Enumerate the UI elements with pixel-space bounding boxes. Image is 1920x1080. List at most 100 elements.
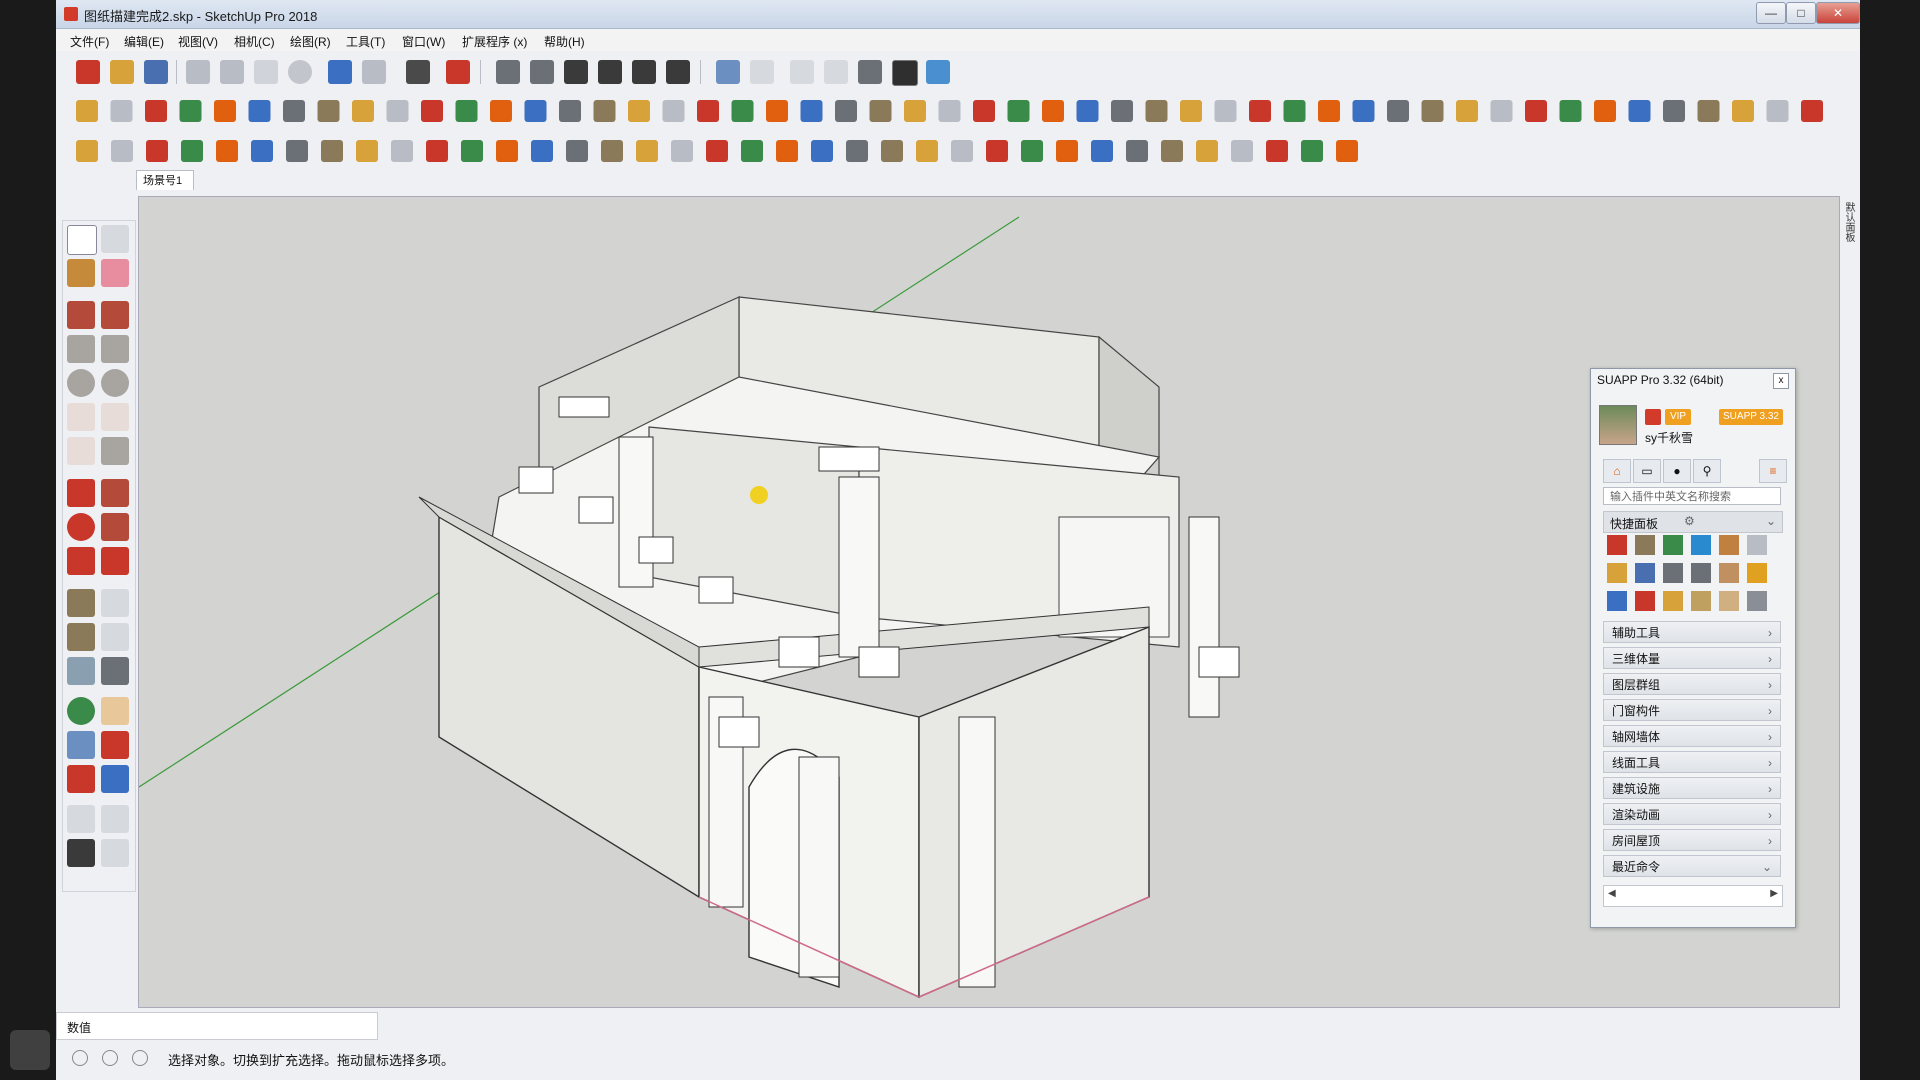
category-line-face-tools[interactable]: 线面工具 › — [1603, 751, 1781, 773]
zoom-window-icon[interactable] — [101, 731, 129, 759]
toolbar-tool-icon[interactable] — [421, 100, 443, 122]
position-camera-icon[interactable] — [67, 805, 95, 833]
push-pull-icon[interactable] — [101, 479, 129, 507]
two-point-arc-icon[interactable] — [101, 403, 129, 431]
erase-icon[interactable] — [288, 60, 312, 84]
make-component-icon[interactable] — [101, 225, 129, 253]
toolbar-tool-icon[interactable] — [76, 100, 98, 122]
quick-tool-icon[interactable] — [1747, 563, 1767, 583]
toolbar-tool-icon[interactable] — [881, 140, 903, 162]
menu-draw[interactable]: 绘图(R) — [290, 33, 331, 50]
walk-tool-icon[interactable] — [67, 839, 95, 867]
toolbar-tool-icon[interactable] — [1387, 100, 1409, 122]
toolbar-tool-icon[interactable] — [846, 140, 868, 162]
circle-tool-icon[interactable] — [67, 369, 95, 397]
toolbar-tool-icon[interactable] — [776, 140, 798, 162]
plugin-search-input[interactable]: 输入插件中英文名称搜索 — [1603, 487, 1781, 505]
cut-icon[interactable] — [186, 60, 210, 84]
toolbar-tool-icon[interactable] — [1007, 100, 1030, 122]
toolbar-tool-icon[interactable] — [636, 140, 658, 162]
orbit-tool-icon[interactable] — [67, 697, 95, 725]
quick-tool-icon[interactable] — [1691, 563, 1711, 583]
menu-file[interactable]: 文件(F) — [70, 33, 109, 50]
toolbar-tool-icon[interactable] — [1336, 140, 1358, 162]
toolbar-tool-icon[interactable] — [731, 100, 754, 122]
quick-tool-icon[interactable] — [1747, 535, 1767, 555]
model-info-icon[interactable] — [446, 60, 470, 84]
category-render-animation[interactable]: 渲染动画 › — [1603, 803, 1781, 825]
toolbar-tool-icon[interactable] — [317, 100, 340, 122]
section-plane-icon[interactable] — [101, 839, 129, 867]
iso-view-icon[interactable] — [496, 60, 520, 84]
three-point-arc-icon[interactable] — [67, 437, 95, 465]
category-grid-walls[interactable]: 轴网墙体 › — [1603, 725, 1781, 747]
toolbar-tool-icon[interactable] — [938, 100, 961, 122]
save-icon[interactable] — [144, 60, 168, 84]
minimize-button[interactable]: — — [1756, 2, 1786, 24]
toolbar-tool-icon[interactable] — [1456, 100, 1478, 122]
toolbar-tool-icon[interactable] — [973, 100, 995, 122]
version-badge[interactable]: SUAPP 3.32 — [1719, 409, 1783, 425]
toolbar-tool-icon[interactable] — [662, 100, 685, 122]
geo-location-icon[interactable] — [72, 1050, 88, 1066]
toolbar-tool-icon[interactable] — [811, 140, 833, 162]
scale-tool-icon[interactable] — [67, 547, 95, 575]
menu-view[interactable]: 视图(V) — [178, 33, 218, 50]
hidden-line-icon[interactable] — [824, 60, 848, 84]
eraser-icon[interactable] — [101, 259, 129, 287]
toolbar-tool-icon[interactable] — [986, 140, 1008, 162]
paste-icon[interactable] — [254, 60, 278, 84]
tape-measure-icon[interactable] — [67, 589, 95, 617]
quick-tool-icon[interactable] — [1719, 591, 1739, 611]
quick-panel-header[interactable]: 快捷面板 ⚙ ⌄ — [1603, 511, 1783, 533]
category-room-roof[interactable]: 房间屋顶 › — [1603, 829, 1781, 851]
avatar[interactable] — [1599, 405, 1637, 445]
user-icon[interactable]: ● — [1663, 459, 1691, 483]
select-tool-icon[interactable] — [67, 225, 97, 255]
new-file-icon[interactable] — [76, 60, 100, 84]
toolbar-tool-icon[interactable] — [1196, 140, 1218, 162]
toolbar-tool-icon[interactable] — [76, 140, 98, 162]
monochrome-icon[interactable] — [926, 60, 950, 84]
move-tool-icon[interactable] — [67, 479, 95, 507]
toolbar-tool-icon[interactable] — [1663, 100, 1685, 122]
toolbar-tool-icon[interactable] — [1214, 100, 1237, 122]
copy-icon[interactable] — [220, 60, 244, 84]
home-icon[interactable]: ⌂ — [1603, 459, 1631, 483]
category-auxiliary-tools[interactable]: 辅助工具 › — [1603, 621, 1781, 643]
quick-tool-icon[interactable] — [1607, 535, 1627, 555]
quick-tool-icon[interactable] — [1635, 591, 1655, 611]
toolbar-tool-icon[interactable] — [110, 100, 133, 122]
quick-tool-icon[interactable] — [1635, 535, 1655, 555]
modeling-viewport[interactable] — [138, 196, 1840, 1008]
toolbar-tool-icon[interactable] — [671, 140, 693, 162]
toolbar-tool-icon[interactable] — [1042, 100, 1064, 122]
zoom-tool-icon[interactable] — [67, 731, 95, 759]
toolbar-tool-icon[interactable] — [706, 140, 728, 162]
toolbar-tool-icon[interactable] — [1318, 100, 1340, 122]
toolbar-tool-icon[interactable] — [1076, 100, 1099, 122]
xray-icon[interactable] — [716, 60, 740, 84]
quick-tool-icon[interactable] — [1663, 591, 1683, 611]
category-recent-commands[interactable]: 最近命令 ⌄ — [1603, 855, 1781, 877]
toolbar-tool-icon[interactable] — [455, 100, 478, 122]
toolbar-tool-icon[interactable] — [461, 140, 483, 162]
toolbar-tool-icon[interactable] — [352, 100, 374, 122]
toolbar-tool-icon[interactable] — [593, 100, 616, 122]
default-tray-strip[interactable]: 默认面板 — [1840, 196, 1860, 1006]
quick-tool-icon[interactable] — [1607, 563, 1627, 583]
chevron-down-icon[interactable]: ⌄ — [1766, 514, 1776, 528]
toolbar-tool-icon[interactable] — [1091, 140, 1113, 162]
toolbar-tool-icon[interactable] — [1301, 140, 1323, 162]
3d-text-icon[interactable] — [101, 657, 129, 685]
toolbar-tool-icon[interactable] — [214, 100, 236, 122]
toolbar-tool-icon[interactable] — [1249, 100, 1271, 122]
quick-tool-icon[interactable] — [1691, 591, 1711, 611]
menu-tools[interactable]: 工具(T) — [346, 33, 385, 50]
toolbar-tool-icon[interactable] — [951, 140, 973, 162]
toolbar-tool-icon[interactable] — [1056, 140, 1078, 162]
quick-tool-icon[interactable] — [1719, 535, 1739, 555]
rotate-tool-icon[interactable] — [67, 513, 95, 541]
quick-tool-icon[interactable] — [1747, 591, 1767, 611]
axes-tool-icon[interactable] — [67, 657, 95, 685]
